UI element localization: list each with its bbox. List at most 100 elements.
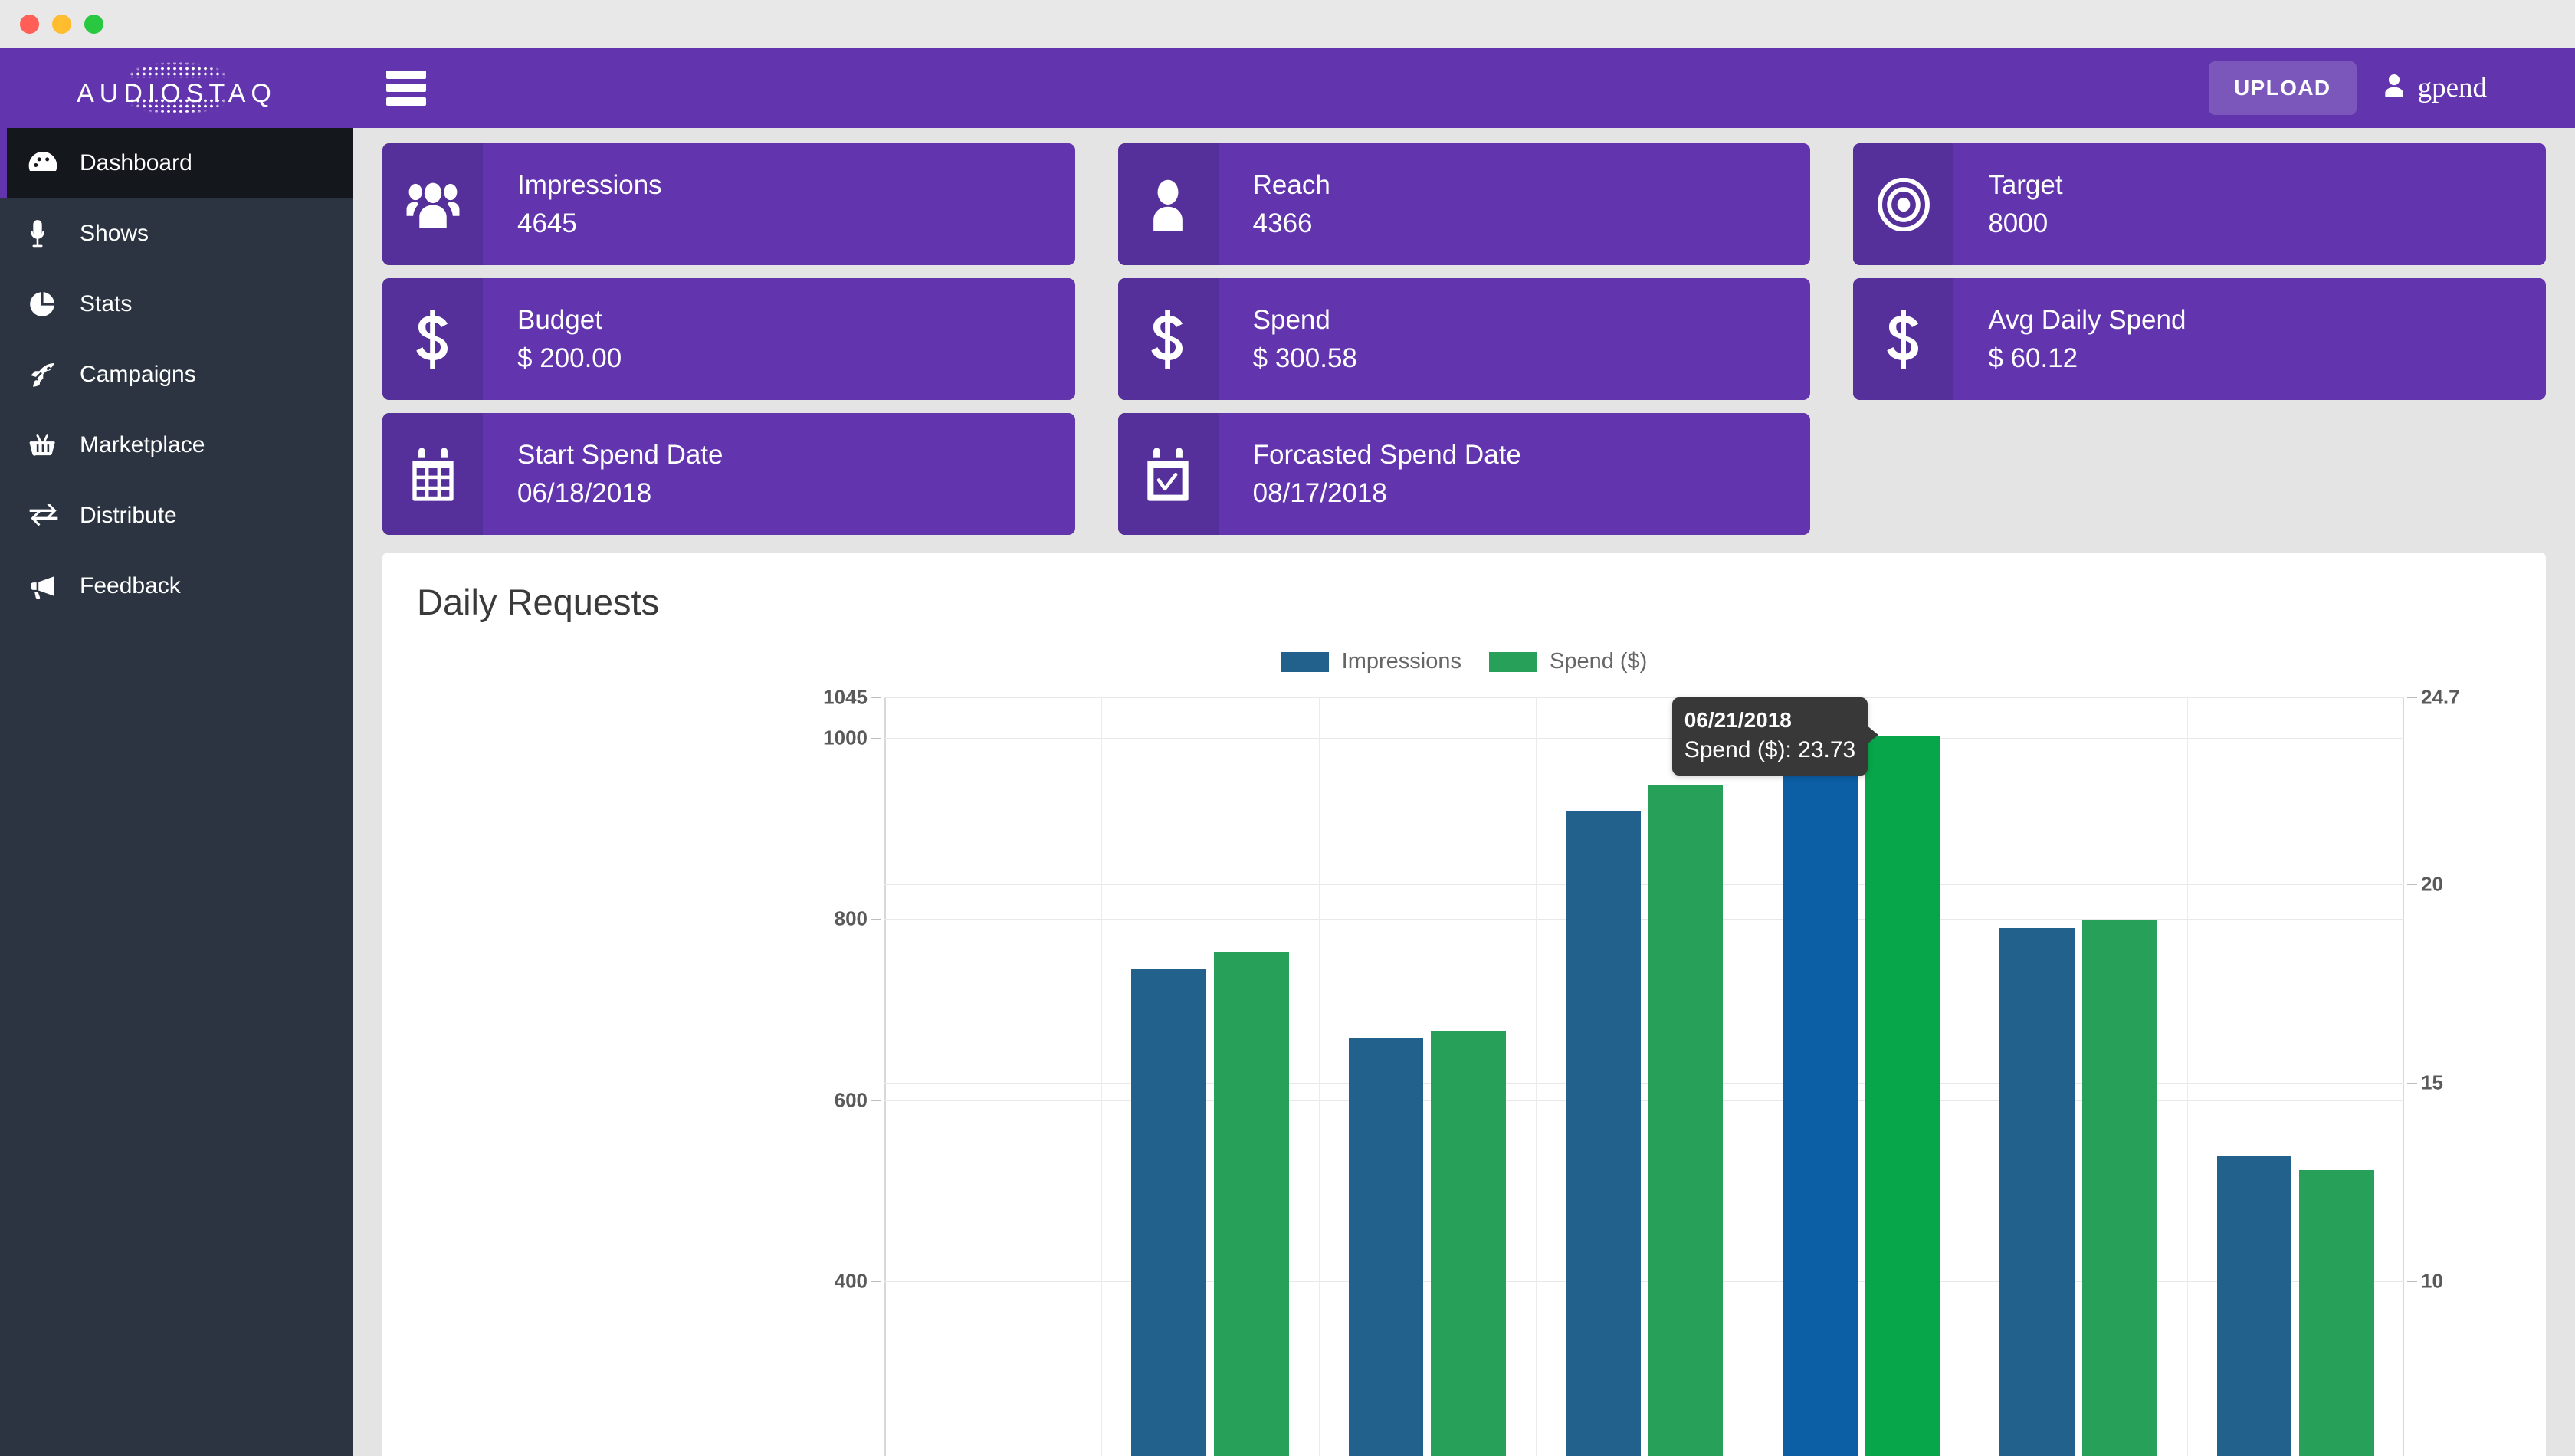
stat-card-start-spend-date[interactable]: Start Spend Date 06/18/2018 — [382, 413, 1075, 535]
bar-impressions[interactable] — [2216, 1156, 2292, 1456]
logo-waveform-top-icon — [103, 54, 250, 78]
minimize-window-button[interactable] — [52, 14, 71, 34]
legend-item-impressions[interactable]: Impressions — [1281, 649, 1461, 674]
stat-card-body: Impressions 4645 — [483, 143, 662, 265]
sidebar-item-shows[interactable]: Shows — [0, 198, 353, 269]
stat-card-value: 4645 — [517, 208, 577, 238]
topbar: UPLOAD gpend — [353, 48, 2575, 128]
window-title-bar — [0, 0, 2575, 48]
bar-spend[interactable] — [1431, 1031, 1506, 1456]
y-axis-right-line — [2403, 697, 2404, 1456]
sidebar-item-distribute[interactable]: Distribute — [0, 480, 353, 551]
stat-card-body: Target 8000 — [1953, 143, 2062, 265]
chart-tooltip: 06/21/2018 Spend ($): 23.73 — [1671, 697, 1879, 776]
dashboard-icon — [28, 148, 63, 179]
bar-impressions[interactable] — [1565, 810, 1641, 1456]
y-axis-left-tick-label: 800 — [834, 907, 868, 930]
hamburger-icon[interactable] — [386, 70, 426, 106]
bar-impressions[interactable] — [1783, 753, 1858, 1456]
sidebar-item-label: Feedback — [80, 573, 181, 598]
stat-card-impressions[interactable]: Impressions 4645 — [382, 143, 1075, 265]
stat-card-avg-daily-spend[interactable]: Avg Daily Spend $ 60.12 — [1853, 278, 2546, 400]
y-axis-right-tick-label: 20 — [2421, 872, 2443, 896]
main-content: Impressions 4645 Reach 4366 Target 8000 … — [353, 128, 2575, 1456]
stat-card-body: Forcasted Spend Date 08/17/2018 — [1219, 413, 1521, 535]
gridline-vertical — [2186, 697, 2188, 1456]
dollar-icon — [1117, 278, 1219, 400]
sidebar-item-marketplace[interactable]: Marketplace — [0, 410, 353, 480]
sidebar-item-stats[interactable]: Stats — [0, 269, 353, 339]
legend-item-spend[interactable]: Spend ($) — [1488, 649, 1647, 674]
y-axis-left-tick-label: 600 — [834, 1088, 868, 1112]
logo-waveform-bottom-icon — [103, 97, 250, 121]
bar-impressions[interactable] — [1999, 928, 2075, 1456]
upload-button[interactable]: UPLOAD — [2208, 61, 2357, 115]
chart-plot-area[interactable]: 1045 1000 800 600 400 24.7 20 15 10 06/21/2018 Spe… — [823, 686, 2460, 1456]
y-axis-right-tick-mark — [2407, 1082, 2417, 1084]
stat-card-body: Spend $ 300.58 — [1219, 278, 1357, 400]
person-icon — [1117, 143, 1219, 265]
stat-card-value: 06/18/2018 — [517, 477, 652, 508]
exchange-icon — [28, 500, 63, 531]
bar-impressions[interactable] — [1348, 1038, 1424, 1456]
stat-card-value: 8000 — [1988, 208, 2049, 238]
stat-card-forcasted-spend-date[interactable]: Forcasted Spend Date 08/17/2018 — [1117, 413, 1811, 535]
tooltip-arrow-icon — [1866, 725, 1879, 746]
stat-card-title: Avg Daily Spend — [1988, 304, 2186, 335]
gridline-horizontal — [884, 738, 2404, 739]
y-axis-left-tick-label: 1000 — [823, 726, 868, 749]
bar-spend[interactable] — [2082, 920, 2157, 1456]
sidebar-item-label: Campaigns — [80, 362, 196, 387]
stat-card-body: Reach 4366 — [1219, 143, 1330, 265]
traffic-lights — [20, 14, 103, 34]
sidebar-item-feedback[interactable]: Feedback — [0, 551, 353, 621]
sidebar-item-label: Shows — [80, 221, 149, 246]
y-axis-right-tick-label: 24.7 — [2421, 685, 2460, 709]
stat-card-spend[interactable]: Spend $ 300.58 — [1117, 278, 1811, 400]
y-axis-left-tick-mark — [871, 738, 881, 739]
stat-card-target[interactable]: Target 8000 — [1853, 143, 2546, 265]
bar-impressions[interactable] — [1131, 969, 1206, 1456]
bar-spend[interactable] — [1648, 785, 1724, 1456]
stat-card-budget[interactable]: Budget $ 200.00 — [382, 278, 1075, 400]
tooltip-row: Spend ($): 23.73 — [1684, 737, 1856, 763]
chart-plot: 1045 1000 800 600 400 24.7 20 15 10 06/21/2018 Spe… — [382, 686, 2546, 1456]
y-axis-right-tick-mark — [2407, 697, 2417, 698]
y-axis-right-tick-label: 15 — [2421, 1071, 2443, 1094]
stat-card-body: Start Spend Date 06/18/2018 — [483, 413, 723, 535]
stat-card-title: Reach — [1252, 169, 1330, 200]
stat-card-value: $ 60.12 — [1988, 343, 2078, 373]
legend-label: Impressions — [1341, 649, 1461, 674]
sidebar-item-label: Distribute — [80, 503, 177, 528]
sidebar-nav: Dashboard Shows Stats Campaigns Marketpl… — [0, 128, 353, 621]
y-axis-left-tick-mark — [871, 1281, 881, 1282]
pie-chart-icon — [28, 289, 63, 320]
stat-card-reach[interactable]: Reach 4366 — [1117, 143, 1811, 265]
gridline-horizontal-secondary — [884, 1281, 2404, 1282]
megaphone-icon — [28, 571, 63, 602]
stat-cards-grid: Impressions 4645 Reach 4366 Target 8000 … — [382, 143, 2546, 535]
bar-spend[interactable] — [1865, 736, 1940, 1456]
basket-icon — [28, 430, 63, 461]
stat-card-body: Avg Daily Spend $ 60.12 — [1953, 278, 2186, 400]
sidebar-item-dashboard[interactable]: Dashboard — [0, 128, 353, 198]
stat-card-title: Start Spend Date — [517, 439, 723, 470]
y-axis-left-tick-label: 1045 — [823, 685, 868, 709]
close-window-button[interactable] — [20, 14, 39, 34]
brand-header[interactable]: AUDIOSTAQ — [0, 48, 353, 128]
sidebar-item-label: Marketplace — [80, 432, 205, 457]
audiostaq-logo: AUDIOSTAQ — [62, 54, 292, 121]
y-axis-left-tick-label: 400 — [834, 1269, 868, 1293]
gridline-horizontal — [884, 919, 2404, 920]
bar-spend[interactable] — [1213, 951, 1289, 1456]
zoom-window-button[interactable] — [84, 14, 103, 34]
user-menu[interactable]: gpend — [2383, 71, 2487, 104]
dollar-icon — [1853, 278, 1954, 400]
y-axis-left-tick-mark — [871, 919, 881, 920]
y-axis-left-tick-mark — [871, 1100, 881, 1101]
stat-card-value: 4366 — [1252, 208, 1313, 238]
stat-card-value: $ 300.58 — [1252, 343, 1357, 373]
bar-spend[interactable] — [2299, 1169, 2375, 1456]
sidebar-item-campaigns[interactable]: Campaigns — [0, 339, 353, 410]
gridline-horizontal — [884, 1100, 2404, 1101]
